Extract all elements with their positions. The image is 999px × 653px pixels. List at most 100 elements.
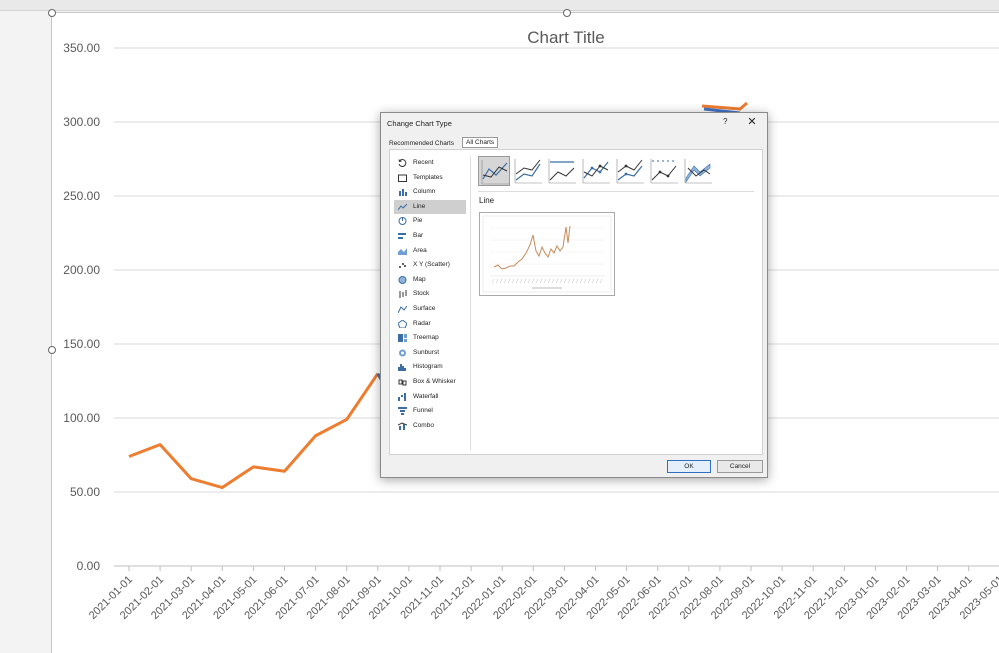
- line-markers-subtype-icon: [582, 159, 610, 184]
- waterfall-chart-icon: [398, 392, 406, 401]
- area-chart-icon: [398, 247, 407, 255]
- chart-type-label: Map: [413, 275, 426, 283]
- help-button[interactable]: ?: [723, 117, 727, 126]
- y-tick-label: 250.00: [63, 189, 100, 203]
- 100-stacked-line-subtype-icon: [548, 159, 576, 184]
- chart-type-label: Funnel: [413, 407, 433, 415]
- chart-type-label: Sunburst: [413, 348, 440, 356]
- chart-type-label: Recent: [413, 159, 434, 166]
- subtype-option[interactable]: [682, 156, 714, 186]
- subtype-option[interactable]: [580, 156, 612, 186]
- column-chart-icon: [399, 189, 407, 197]
- pie-chart-icon: [398, 217, 407, 226]
- chart-type-label: Box & Whisker: [413, 377, 456, 385]
- chart-type-label: Area: [413, 246, 427, 254]
- surface-chart-icon: [398, 305, 407, 313]
- chart-type-recent[interactable]: Recent: [394, 156, 466, 171]
- chart-type-label: Line: [413, 202, 426, 210]
- chart-type-waterfall[interactable]: Waterfall: [394, 390, 466, 405]
- y-tick-label: 150.00: [63, 337, 100, 351]
- chart-type-area[interactable]: Area: [394, 244, 466, 259]
- line-chart-icon: [398, 203, 407, 211]
- chart-type-treemap[interactable]: Treemap: [394, 331, 466, 346]
- chart-type-list: Recent Templates Column Line Pie Bar Area X Y (…: [394, 156, 466, 433]
- chart-type-label: Histogram: [413, 363, 443, 371]
- chart-type-label: Templates: [413, 173, 443, 181]
- chart-type-label: Stock: [413, 290, 430, 298]
- chart-type-label: Pie: [413, 217, 423, 225]
- subtype-heading: Line: [479, 196, 495, 205]
- tab-recommended-charts[interactable]: Recommended Charts: [389, 140, 454, 147]
- chart-type-label: Combo: [413, 421, 434, 429]
- histogram-chart-icon: [398, 364, 406, 372]
- stacked-line-subtype-icon: [514, 159, 542, 184]
- chart-type-funnel[interactable]: Funnel: [394, 404, 466, 419]
- recent-icon: [398, 159, 407, 167]
- combo-chart-icon: [398, 422, 407, 430]
- chart-type-label: Treemap: [413, 334, 439, 342]
- templates-icon: [398, 174, 407, 182]
- subtype-option[interactable]: [478, 156, 510, 186]
- y-tick-label: 300.00: [63, 115, 100, 129]
- resize-handle-top-left[interactable]: [48, 9, 56, 17]
- chart-type-stock[interactable]: Stock: [394, 287, 466, 302]
- chart-type-label: X Y (Scatter): [413, 261, 450, 269]
- chart-title[interactable]: Chart Title: [527, 28, 604, 47]
- stock-chart-icon: [399, 290, 407, 299]
- chart-type-sunburst[interactable]: Sunburst: [394, 346, 466, 361]
- y-tick-label: 100.00: [63, 411, 100, 425]
- dialog-title: Change Chart Type: [387, 119, 452, 128]
- resize-handle-top-middle[interactable]: [563, 9, 571, 17]
- treemap-chart-icon: [398, 334, 407, 343]
- stacked-line-markers-subtype-icon: [616, 159, 644, 184]
- chart-type-histogram[interactable]: Histogram: [394, 360, 466, 375]
- chart-type-x-y-scatter[interactable]: X Y (Scatter): [394, 258, 466, 273]
- chart-type-label: Column: [413, 188, 436, 196]
- chart-type-label: Radar: [413, 319, 431, 327]
- 100-stacked-line-markers-subtype-icon: [650, 159, 678, 184]
- chart-type-templates[interactable]: Templates: [394, 171, 466, 186]
- chart-type-combo[interactable]: Combo: [394, 419, 466, 434]
- chart-type-pie[interactable]: Pie: [394, 214, 466, 229]
- chart-type-box-whisker[interactable]: Box & Whisker: [394, 375, 466, 390]
- map-chart-icon: [398, 275, 407, 284]
- list-divider: [470, 156, 471, 450]
- chart-type-label: Surface: [413, 304, 436, 312]
- chart-type-surface[interactable]: Surface: [394, 302, 466, 317]
- chart-type-line[interactable]: Line: [394, 199, 466, 215]
- preview-chart-icon: [482, 215, 612, 293]
- subtype-option[interactable]: [648, 156, 680, 186]
- chart-type-bar[interactable]: Bar: [394, 229, 466, 244]
- ok-button[interactable]: OK: [667, 460, 711, 473]
- chart-type-label: Bar: [413, 231, 424, 239]
- radar-chart-icon: [398, 319, 407, 328]
- box-whisker-chart-icon: [398, 379, 407, 386]
- sunburst-chart-icon: [399, 349, 406, 357]
- subtype-option[interactable]: [614, 156, 646, 186]
- y-tick-label: 50.00: [70, 485, 100, 499]
- y-tick-label: 200.00: [63, 263, 100, 277]
- y-tick-label: 0.00: [77, 559, 101, 573]
- chart-type-radar[interactable]: Radar: [394, 317, 466, 332]
- scatter-chart-icon: [399, 263, 406, 269]
- y-tick-label: 350.00: [63, 41, 100, 55]
- chart-type-panel: Recent Templates Column Line Pie Bar Area X Y (…: [389, 149, 763, 455]
- change-chart-type-dialog: Change Chart Type ? ✕ Recommended Charts…: [380, 112, 768, 478]
- subtype-divider: [478, 191, 754, 192]
- close-icon[interactable]: ✕: [745, 115, 759, 128]
- chart-type-column[interactable]: Column: [394, 185, 466, 200]
- chart-type-map[interactable]: Map: [394, 273, 466, 288]
- bar-chart-icon: [398, 232, 406, 239]
- line-subtype-icon: [481, 160, 509, 185]
- chart-type-label: Waterfall: [413, 392, 439, 400]
- 3d-line-subtype-icon: [684, 159, 712, 184]
- resize-handle-middle-left[interactable]: [48, 346, 56, 354]
- funnel-chart-icon: [398, 407, 407, 416]
- tab-all-charts[interactable]: All Charts: [462, 137, 499, 148]
- chart-preview-thumbnail[interactable]: [479, 212, 615, 296]
- sheet-top-strip: [0, 0, 999, 11]
- cancel-button[interactable]: Cancel: [717, 460, 763, 473]
- series-line[interactable]: [128, 372, 380, 490]
- subtype-option[interactable]: [512, 156, 544, 186]
- subtype-option[interactable]: [546, 156, 578, 186]
